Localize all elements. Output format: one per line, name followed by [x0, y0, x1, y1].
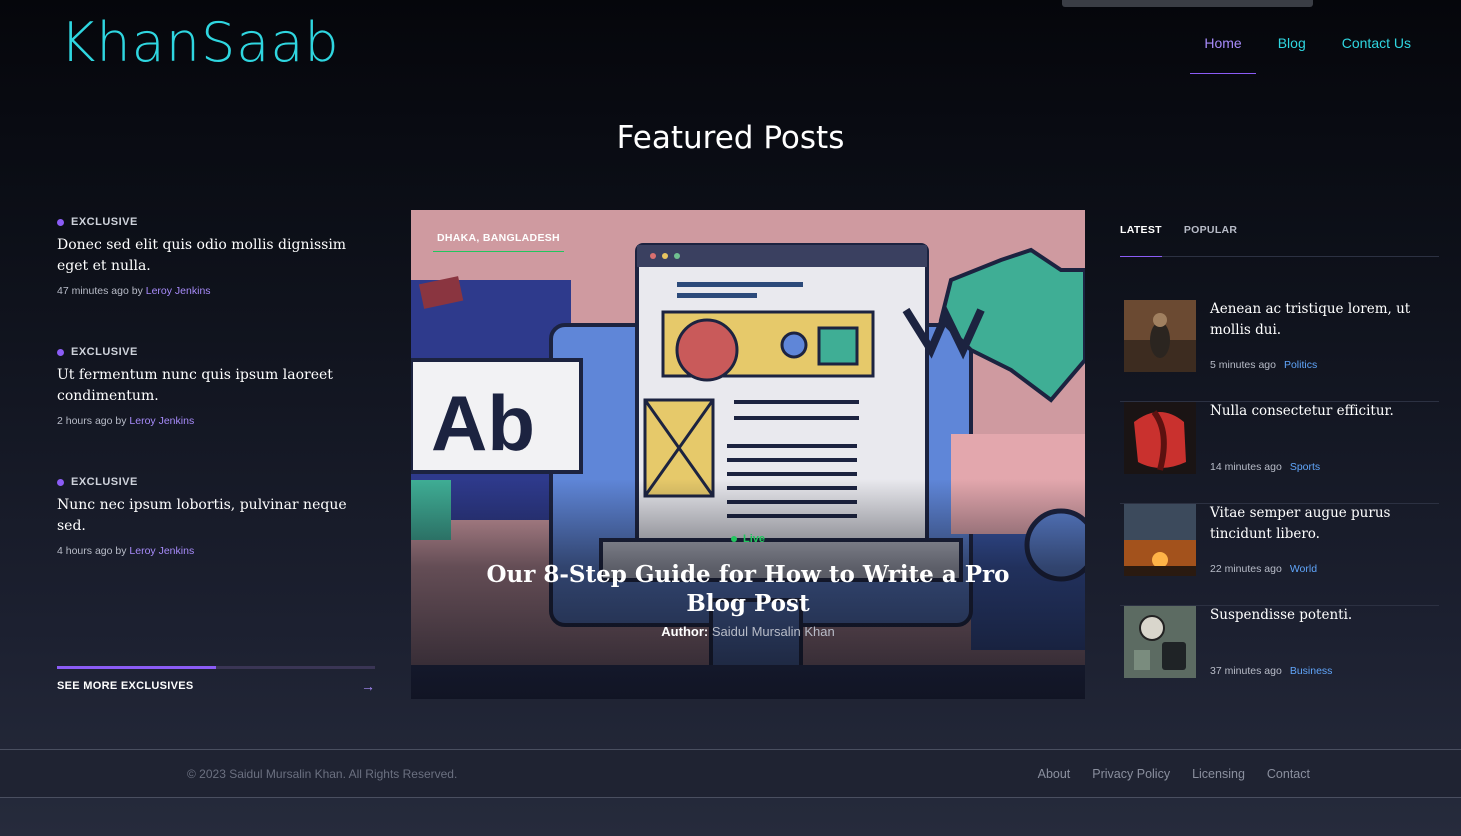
sidebar-tabs: LATEST POPULAR [1120, 222, 1439, 257]
sidebar-posts: LATEST POPULAR Aenean ac tristique lorem… [1120, 222, 1439, 708]
footer-link-privacy-policy[interactable]: Privacy Policy [1092, 767, 1170, 781]
exclusives-list: EXCLUSIVE Donec sed elit quis odio molli… [57, 216, 375, 606]
footer-link-licensing[interactable]: Licensing [1192, 767, 1245, 781]
exclusive-tag: EXCLUSIVE [57, 216, 375, 228]
list-item[interactable]: Suspendisse potenti. 37 minutes ago Busin… [1120, 606, 1439, 708]
footer-link-contact[interactable]: Contact [1267, 767, 1310, 781]
live-dot-icon [730, 536, 737, 543]
footer-links: About Privacy Policy Licensing Contact [1038, 767, 1310, 781]
list-item-title[interactable]: Aenean ac tristique lorem, ut mollis dui… [1210, 299, 1435, 341]
exclusive-title[interactable]: Nunc nec ipsum lobortis, pulvinar neque … [57, 495, 375, 537]
dot-icon [57, 478, 64, 486]
exclusives-progress-bar [57, 666, 375, 669]
post-thumbnail[interactable] [1124, 606, 1196, 678]
post-thumbnail[interactable] [1124, 402, 1196, 474]
illustration-ab-text: Ab [431, 379, 535, 467]
post-thumbnail[interactable] [1124, 300, 1196, 372]
footer-link-about[interactable]: About [1038, 767, 1071, 781]
dot-icon [57, 348, 64, 356]
list-item-meta: 14 minutes ago Sports [1210, 461, 1321, 473]
exclusive-title[interactable]: Ut fermentum nunc quis ipsum laoreet con… [57, 365, 375, 407]
dot-icon [57, 218, 64, 226]
list-item[interactable]: Aenean ac tristique lorem, ut mollis dui… [1120, 300, 1439, 402]
category-link[interactable]: Politics [1284, 359, 1317, 371]
see-more-label[interactable]: SEE MORE EXCLUSIVES [57, 680, 194, 692]
author-link[interactable]: Leroy Jenkins [146, 285, 211, 297]
site-logo[interactable]: KhanSaab [60, 12, 340, 74]
site-footer: © 2023 Saidul Mursalin Khan. All Rights … [0, 749, 1461, 798]
list-item-title[interactable]: Suspendisse potenti. [1210, 605, 1352, 626]
list-item[interactable]: Nulla consectetur efficitur. 14 minutes … [1120, 402, 1439, 504]
list-item-title[interactable]: Nulla consectetur efficitur. [1210, 401, 1394, 422]
exclusive-meta: 2 hours ago by Leroy Jenkins [57, 415, 195, 427]
main-nav: Home Blog Contact Us [1182, 34, 1425, 74]
list-item-title[interactable]: Vitae semper augue purus tincidunt liber… [1210, 503, 1435, 545]
nav-contact-us[interactable]: Contact Us [1328, 34, 1425, 74]
hero-author-name[interactable]: Saidul Mursalin Khan [712, 624, 835, 639]
exclusive-item[interactable]: EXCLUSIVE Ut fermentum nunc quis ipsum l… [57, 346, 375, 476]
arrow-right-icon[interactable]: → [361, 678, 375, 694]
section-title: Featured Posts [616, 120, 845, 156]
author-link[interactable]: Leroy Jenkins [129, 545, 194, 557]
progress-fill [57, 666, 216, 669]
exclusive-title[interactable]: Donec sed elit quis odio mollis dignissi… [57, 235, 375, 277]
post-thumbnail[interactable] [1124, 504, 1196, 576]
exclusive-tag: EXCLUSIVE [57, 476, 375, 488]
nav-home[interactable]: Home [1190, 34, 1257, 74]
author-link[interactable]: Leroy Jenkins [129, 415, 194, 427]
exclusive-tag: EXCLUSIVE [57, 346, 375, 358]
list-item-meta: 37 minutes ago Business [1210, 665, 1333, 677]
list-item-meta: 22 minutes ago World [1210, 563, 1318, 575]
exclusive-meta: 47 minutes ago by Leroy Jenkins [57, 285, 211, 297]
tab-popular[interactable]: POPULAR [1184, 222, 1237, 257]
category-link[interactable]: Business [1290, 665, 1333, 677]
category-link[interactable]: World [1290, 563, 1317, 575]
category-link[interactable]: Sports [1290, 461, 1320, 473]
top-scroll-strip [1062, 0, 1313, 7]
tab-latest[interactable]: LATEST [1120, 222, 1162, 257]
exclusive-item[interactable]: EXCLUSIVE Donec sed elit quis odio molli… [57, 216, 375, 346]
hero-author: Author: Saidul Mursalin Khan [661, 624, 835, 639]
sidebar-post-list: Aenean ac tristique lorem, ut mollis dui… [1120, 300, 1439, 708]
list-item[interactable]: Vitae semper augue purus tincidunt liber… [1120, 504, 1439, 606]
copyright-text: © 2023 Saidul Mursalin Khan. All Rights … [187, 767, 458, 781]
nav-blog[interactable]: Blog [1264, 34, 1320, 74]
featured-hero-card[interactable]: Ab DHAKA, BANGLADESH Live Our 8-Step Gui… [411, 210, 1085, 699]
see-more-exclusives[interactable]: SEE MORE EXCLUSIVES → [57, 666, 375, 694]
hero-location-tag[interactable]: DHAKA, BANGLADESH [433, 232, 564, 252]
live-indicator: Live [411, 533, 1085, 545]
exclusive-meta: 4 hours ago by Leroy Jenkins [57, 545, 195, 557]
hero-title[interactable]: Our 8-Step Guide for How to Write a Pro … [471, 560, 1025, 618]
list-item-meta: 5 minutes ago Politics [1210, 359, 1318, 371]
exclusive-item[interactable]: EXCLUSIVE Nunc nec ipsum lobortis, pulvi… [57, 476, 375, 606]
